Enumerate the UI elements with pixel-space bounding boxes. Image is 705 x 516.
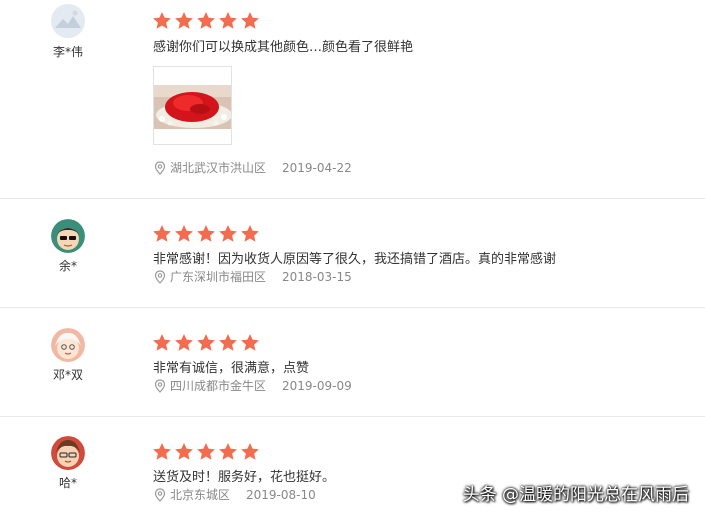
star-icon [219, 225, 237, 242]
user-avatar-icon [51, 219, 85, 253]
username: 邓*双 [52, 368, 83, 382]
star-icon [175, 225, 193, 242]
star-icon [241, 12, 259, 29]
watermark-text: 头条 @温暖的阳光总在风雨后 [462, 485, 689, 505]
review-location: 北京东城区 [170, 488, 231, 502]
username: 余* [58, 259, 77, 273]
star-icon [241, 334, 259, 351]
avatar[interactable] [51, 436, 85, 470]
star-icon [153, 225, 171, 242]
star-icon [153, 12, 171, 29]
user-avatar-icon [51, 436, 85, 470]
star-icon [219, 443, 237, 460]
username: 哈* [58, 476, 77, 490]
location-pin-icon [154, 160, 166, 175]
review-date: 2018-03-15 [282, 269, 352, 284]
divider [0, 307, 705, 308]
star-icon [219, 334, 237, 351]
avatar[interactable] [51, 328, 85, 362]
star-icon [175, 12, 193, 29]
review-comment: 送货及时！服务好，花也挺好。 [153, 470, 336, 485]
star-icon [153, 443, 171, 460]
review-photo-thumbnail[interactable] [153, 66, 232, 145]
star-icon [241, 443, 259, 460]
review-location: 四川成都市金牛区 [170, 379, 267, 393]
review-comment: 非常有诚信，很满意，点赞 [153, 361, 310, 376]
review-comment: 非常感谢！因为收货人原因等了很久，我还搞错了酒店。真的非常感谢 [153, 252, 557, 267]
review-location: 湖北武汉市洪山区 [170, 161, 267, 175]
rating-stars [153, 443, 259, 460]
rose-bouquet-image [154, 85, 231, 129]
star-icon [219, 12, 237, 29]
divider [0, 198, 705, 199]
location-pin-icon [154, 487, 166, 502]
review-date: 2019-09-09 [282, 378, 352, 393]
review-comment: 感谢你们可以换成其他颜色…颜色看了很鲜艳 [153, 40, 414, 55]
divider [0, 416, 705, 417]
review-location: 广东深圳市福田区 [170, 270, 267, 284]
review-date: 2019-08-10 [246, 487, 316, 502]
avatar[interactable] [51, 219, 85, 253]
location-pin-icon [154, 269, 166, 284]
rating-stars [153, 334, 259, 351]
username: 李*伟 [52, 45, 83, 59]
review-date: 2019-04-22 [282, 160, 352, 175]
star-icon [197, 443, 215, 460]
avatar[interactable] [51, 4, 85, 38]
star-icon [197, 334, 215, 351]
review-meta: 北京东城区 2019-08-10 [153, 486, 316, 503]
star-icon [175, 443, 193, 460]
location-pin-icon [154, 378, 166, 393]
review-meta: 湖北武汉市洪山区 2019-04-22 [153, 159, 352, 176]
star-icon [197, 12, 215, 29]
rating-stars [153, 225, 259, 242]
rating-stars [153, 12, 259, 29]
default-avatar-icon [51, 4, 85, 38]
review-meta: 广东深圳市福田区 2018-03-15 [153, 268, 352, 285]
star-icon [197, 225, 215, 242]
star-icon [153, 334, 171, 351]
review-meta: 四川成都市金牛区 2019-09-09 [153, 377, 352, 394]
star-icon [175, 334, 193, 351]
star-icon [241, 225, 259, 242]
user-avatar-icon [51, 328, 85, 362]
